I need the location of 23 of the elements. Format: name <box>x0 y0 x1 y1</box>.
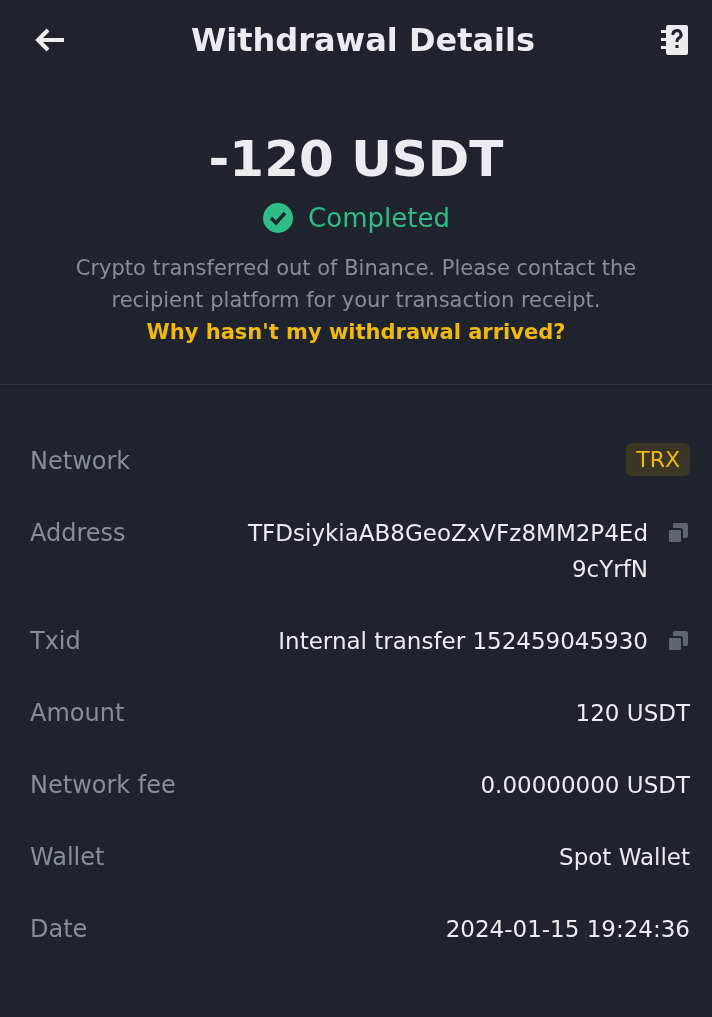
detail-label: Amount <box>30 698 125 729</box>
help-link[interactable]: Why hasn't my withdrawal arrived? <box>146 320 566 344</box>
amount: -120 USDT <box>208 130 504 188</box>
help-button[interactable] <box>660 24 690 56</box>
copy-icon[interactable] <box>666 521 690 545</box>
detail-label: Network fee <box>30 770 176 801</box>
status-text: Completed <box>308 203 450 233</box>
detail-value: Internal transfer 152459045930 <box>278 627 648 656</box>
description: Crypto transferred out of Binance. Please contact the recipient platform for your transaction receipt. <box>74 255 638 314</box>
page-title: Withdrawal Details <box>191 21 535 59</box>
detail-label: Address <box>30 518 126 549</box>
detail-value: 0.00000000 USDT <box>480 771 690 800</box>
detail-label: Date <box>30 914 88 945</box>
detail-value: 120 USDT <box>575 699 690 728</box>
network-tag: TRX <box>626 443 690 476</box>
back-button[interactable] <box>34 27 66 53</box>
detail-value: TFDsiykiaAB8GeoZxVFz8MM2P4Ed9cYrfN <box>248 519 648 584</box>
copy-icon[interactable] <box>666 629 690 653</box>
detail-value: 2024-01-15 19:24:36 <box>445 915 690 944</box>
detail-label: Txid <box>30 626 81 657</box>
detail-label: Wallet <box>30 842 105 873</box>
detail-label: Network <box>30 446 131 477</box>
detail-value: Spot Wallet <box>559 843 690 872</box>
